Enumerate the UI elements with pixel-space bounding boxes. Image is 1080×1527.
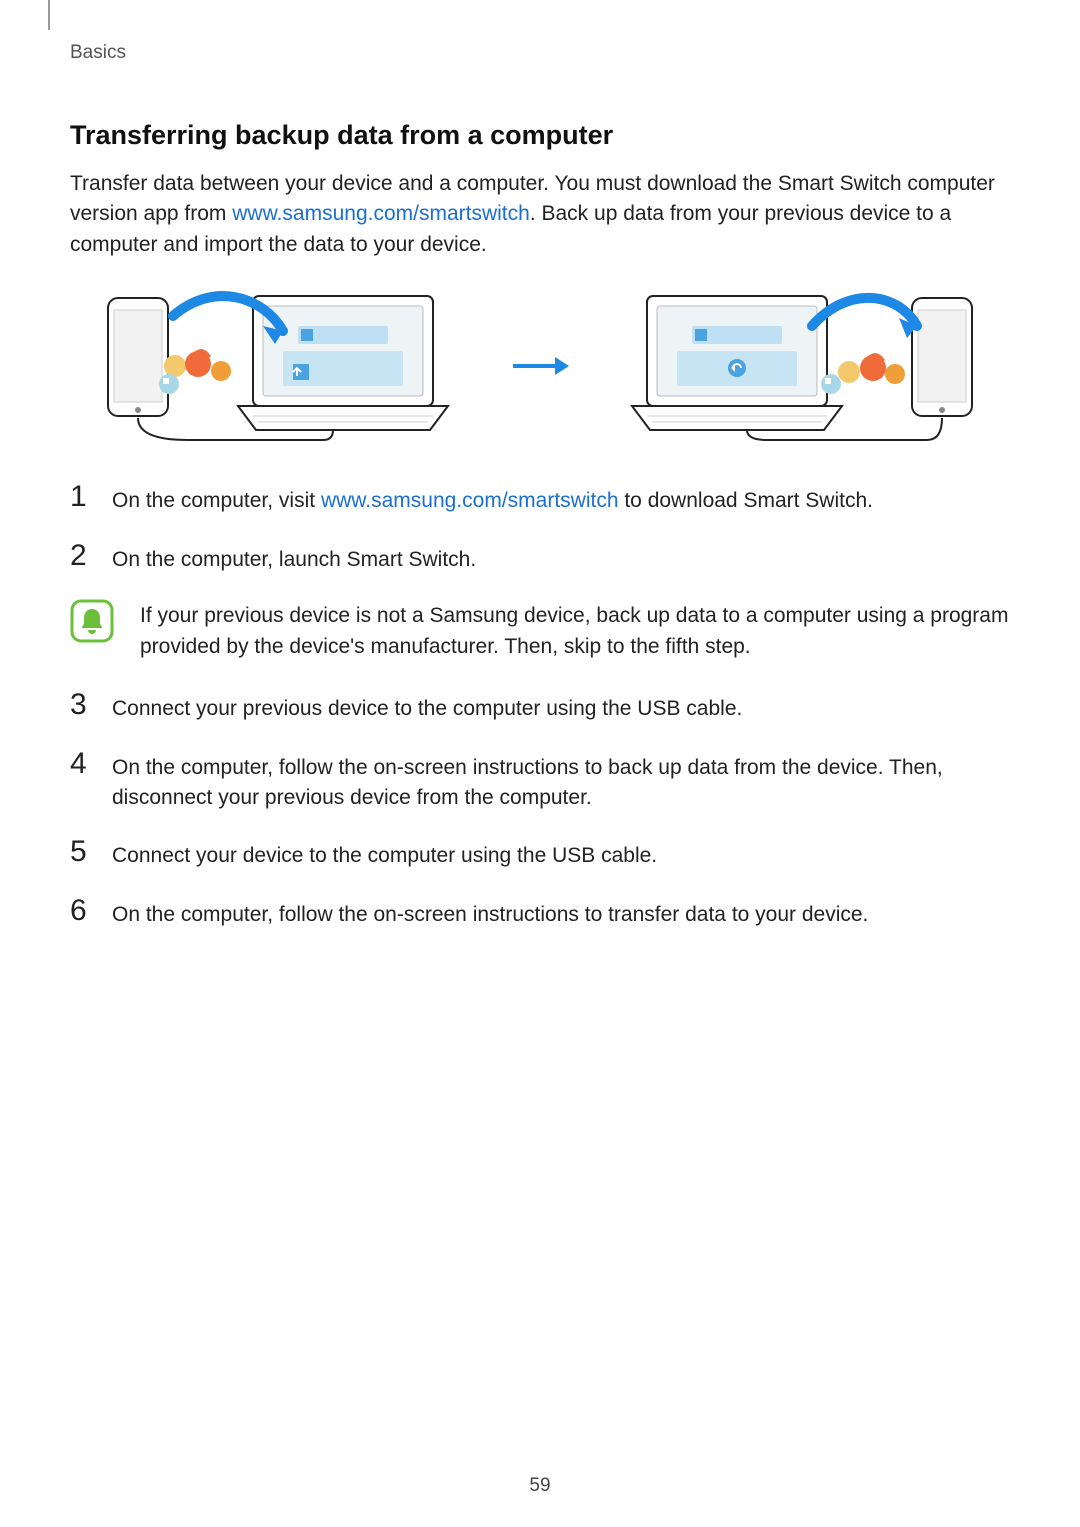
step-number: 5	[70, 837, 94, 867]
step-text: Connect your device to the computer usin…	[112, 837, 657, 871]
step-text: On the computer, follow the on-screen in…	[112, 749, 1010, 814]
step-number: 4	[70, 749, 94, 779]
step-6: 6 On the computer, follow the on-screen …	[70, 896, 1010, 930]
page-heading: Transferring backup data from a computer	[70, 120, 1010, 151]
section-label: Basics	[70, 42, 1010, 64]
step-text: On the computer, visit www.samsung.com/s…	[112, 482, 873, 516]
step-text: On the computer, follow the on-screen in…	[112, 896, 868, 930]
step-1: 1 On the computer, visit www.samsung.com…	[70, 482, 1010, 516]
step-number: 3	[70, 690, 94, 720]
step-number: 2	[70, 541, 94, 571]
note-callout: If your previous device is not a Samsung…	[70, 599, 1010, 662]
intro-paragraph: Transfer data between your device and a …	[70, 169, 1010, 260]
step1-before: On the computer, visit	[112, 489, 321, 512]
page-number: 59	[0, 1475, 1080, 1497]
step-4: 4 On the computer, follow the on-screen …	[70, 749, 1010, 814]
note-bell-icon	[70, 599, 114, 643]
smartswitch-link-step[interactable]: www.samsung.com/smartswitch	[321, 489, 619, 512]
arrow-right-icon	[510, 351, 570, 381]
smartswitch-link[interactable]: www.samsung.com/smartswitch	[232, 202, 530, 225]
note-text: If your previous device is not a Samsung…	[140, 599, 1010, 662]
header-tab-edge	[48, 0, 50, 30]
step-number: 6	[70, 896, 94, 926]
step-text: Connect your previous device to the comp…	[112, 690, 742, 724]
illustration-right	[584, 286, 1010, 446]
step-5: 5 Connect your device to the computer us…	[70, 837, 1010, 871]
step-2: 2 On the computer, launch Smart Switch.	[70, 541, 1010, 575]
step1-after: to download Smart Switch.	[619, 489, 873, 512]
step-number: 1	[70, 482, 94, 512]
illustration-left	[70, 286, 496, 446]
transfer-illustration	[70, 286, 1010, 446]
backup-diagram-icon	[103, 286, 463, 446]
step-text: On the computer, launch Smart Switch.	[112, 541, 476, 575]
restore-diagram-icon	[617, 286, 977, 446]
step-3: 3 Connect your previous device to the co…	[70, 690, 1010, 724]
